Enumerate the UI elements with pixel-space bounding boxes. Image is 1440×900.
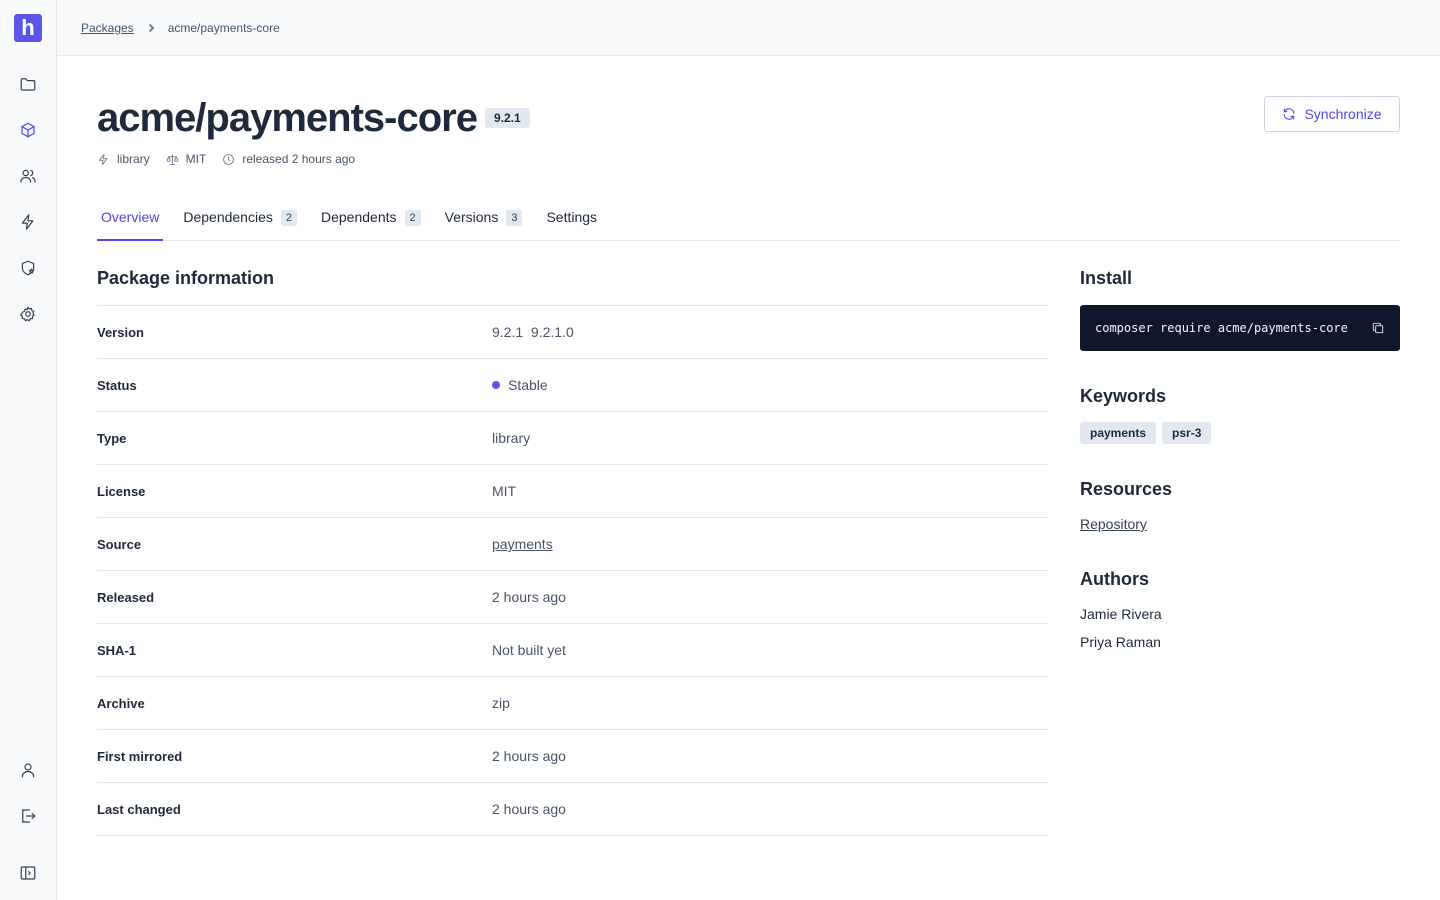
authors-heading: Authors <box>1080 569 1149 589</box>
keyword-tag[interactable]: payments <box>1080 422 1157 444</box>
info-row-version: Version 9.2.1 9.2.1.0 <box>97 306 1048 359</box>
tab-count-badge: 3 <box>506 210 523 226</box>
info-value: MIT <box>492 483 517 499</box>
title-row: acme/payments-core 9.2.1 <box>97 96 530 140</box>
package-info-heading: Package information <box>97 268 275 288</box>
install-heading: Install <box>1080 268 1133 288</box>
info-row-status: Status Stable <box>97 359 1048 412</box>
status-dot <box>492 381 500 389</box>
tab-overview[interactable]: Overview <box>97 206 164 241</box>
users-icon[interactable] <box>14 162 42 190</box>
info-row-archive: Archive zip <box>97 677 1048 730</box>
shield-star-icon[interactable] <box>14 254 42 282</box>
meta-released: released 2 hours ago <box>222 152 355 166</box>
tab-bar: Overview Dependencies 2 Dependents 2 Ver… <box>97 206 1400 241</box>
meta-type: library <box>97 152 150 166</box>
sidebar: h <box>0 0 57 900</box>
info-key: Status <box>97 377 137 393</box>
info-row-released: Released 2 hours ago <box>97 571 1048 624</box>
scale-icon <box>166 153 179 165</box>
keywords-heading: Keywords <box>1080 386 1167 406</box>
breadcrumb-packages-link[interactable]: Packages <box>81 21 134 35</box>
tab-count-badge: 2 <box>404 210 421 226</box>
tab-versions[interactable]: Versions 3 <box>441 206 527 241</box>
info-value: 2 hours ago <box>492 748 566 764</box>
side-panel: Install composer require acme/payments-c… <box>1080 268 1400 650</box>
version-badge: 9.2.1 <box>484 108 530 128</box>
meta-type-label: library <box>117 152 150 166</box>
keyword-tag[interactable]: psr-3 <box>1162 422 1212 444</box>
install-command[interactable]: composer require acme/payments-core <box>1095 321 1348 335</box>
author-name: Jamie Rivera <box>1080 606 1162 622</box>
tab-label: Versions <box>444 209 499 225</box>
info-key: SHA-1 <box>97 642 137 658</box>
source-link[interactable]: payments <box>492 536 553 552</box>
info-value: zip <box>492 695 510 711</box>
tab-dependencies[interactable]: Dependencies 2 <box>179 206 301 241</box>
info-key: Type <box>97 430 127 446</box>
meta-license: MIT <box>166 152 207 166</box>
chevron-right-icon <box>146 23 156 33</box>
gear-icon[interactable] <box>14 300 42 328</box>
package-icon[interactable] <box>14 116 42 144</box>
info-row-license: License MIT <box>97 465 1048 518</box>
info-row-source: Source payments <box>97 518 1048 571</box>
bolt-icon[interactable] <box>14 208 42 236</box>
info-row-type: Type library <box>97 412 1048 465</box>
info-value: Stable <box>492 377 548 393</box>
package-meta: library MIT released 2 hours ago <box>97 152 371 166</box>
bolt-icon <box>99 153 108 165</box>
sidebar-toggle-icon[interactable] <box>14 859 42 887</box>
tab-settings[interactable]: Settings <box>542 206 601 241</box>
breadcrumb-current: acme/payments-core <box>167 20 280 35</box>
tab-count-badge: 2 <box>280 210 297 226</box>
breadcrumb: Packages acme/payments-core <box>81 21 280 35</box>
package-info-table: Version 9.2.1 9.2.1.0 Status Stable Type… <box>97 305 1048 836</box>
info-value: 2 hours ago <box>492 801 566 817</box>
repository-link[interactable]: Repository <box>1080 516 1147 532</box>
synchronize-button[interactable]: Synchronize <box>1264 96 1400 132</box>
info-row-sha1: SHA-1 Not built yet <box>97 624 1048 677</box>
info-value: payments <box>492 536 553 552</box>
meta-license-label: MIT <box>185 152 207 166</box>
resources-heading: Resources <box>1080 479 1173 499</box>
info-value: library <box>492 430 531 446</box>
info-key: Last changed <box>97 801 181 817</box>
topbar: Packages acme/payments-core <box>57 0 1440 56</box>
meta-released-label: released 2 hours ago <box>242 152 356 166</box>
info-key: First mirrored <box>97 748 183 764</box>
tab-label: Dependents <box>321 209 397 225</box>
keywords-list: payments psr-3 <box>1080 422 1400 444</box>
info-value: 9.2.1 9.2.1.0 <box>492 324 574 340</box>
info-key: Released <box>97 589 155 605</box>
tab-label: Settings <box>546 209 598 225</box>
user-icon[interactable] <box>14 756 42 784</box>
info-key: License <box>97 483 146 499</box>
tab-dependents[interactable]: Dependents 2 <box>317 206 425 241</box>
status-label: Stable <box>508 377 548 393</box>
info-value: Not built yet <box>492 642 566 658</box>
author-name: Priya Raman <box>1080 634 1161 650</box>
tab-label: Overview <box>101 209 160 225</box>
page-title: acme/payments-core <box>97 96 478 140</box>
info-key: Version <box>97 324 144 340</box>
clock-icon <box>223 153 235 165</box>
info-key: Source <box>97 536 142 552</box>
logout-icon[interactable] <box>14 802 42 830</box>
copy-icon[interactable] <box>1371 321 1385 335</box>
info-value: 2 hours ago <box>492 589 566 605</box>
synchronize-label: Synchronize <box>1304 106 1382 122</box>
folder-icon[interactable] <box>14 70 42 98</box>
info-row-last-changed: Last changed 2 hours ago <box>97 783 1048 836</box>
refresh-icon <box>1284 108 1295 120</box>
install-command-box: composer require acme/payments-core <box>1080 305 1400 351</box>
info-key: Archive <box>97 695 145 711</box>
tab-label: Dependencies <box>183 209 273 225</box>
info-row-first-mirrored: First mirrored 2 hours ago <box>97 730 1048 783</box>
app-logo[interactable]: h <box>14 14 42 42</box>
